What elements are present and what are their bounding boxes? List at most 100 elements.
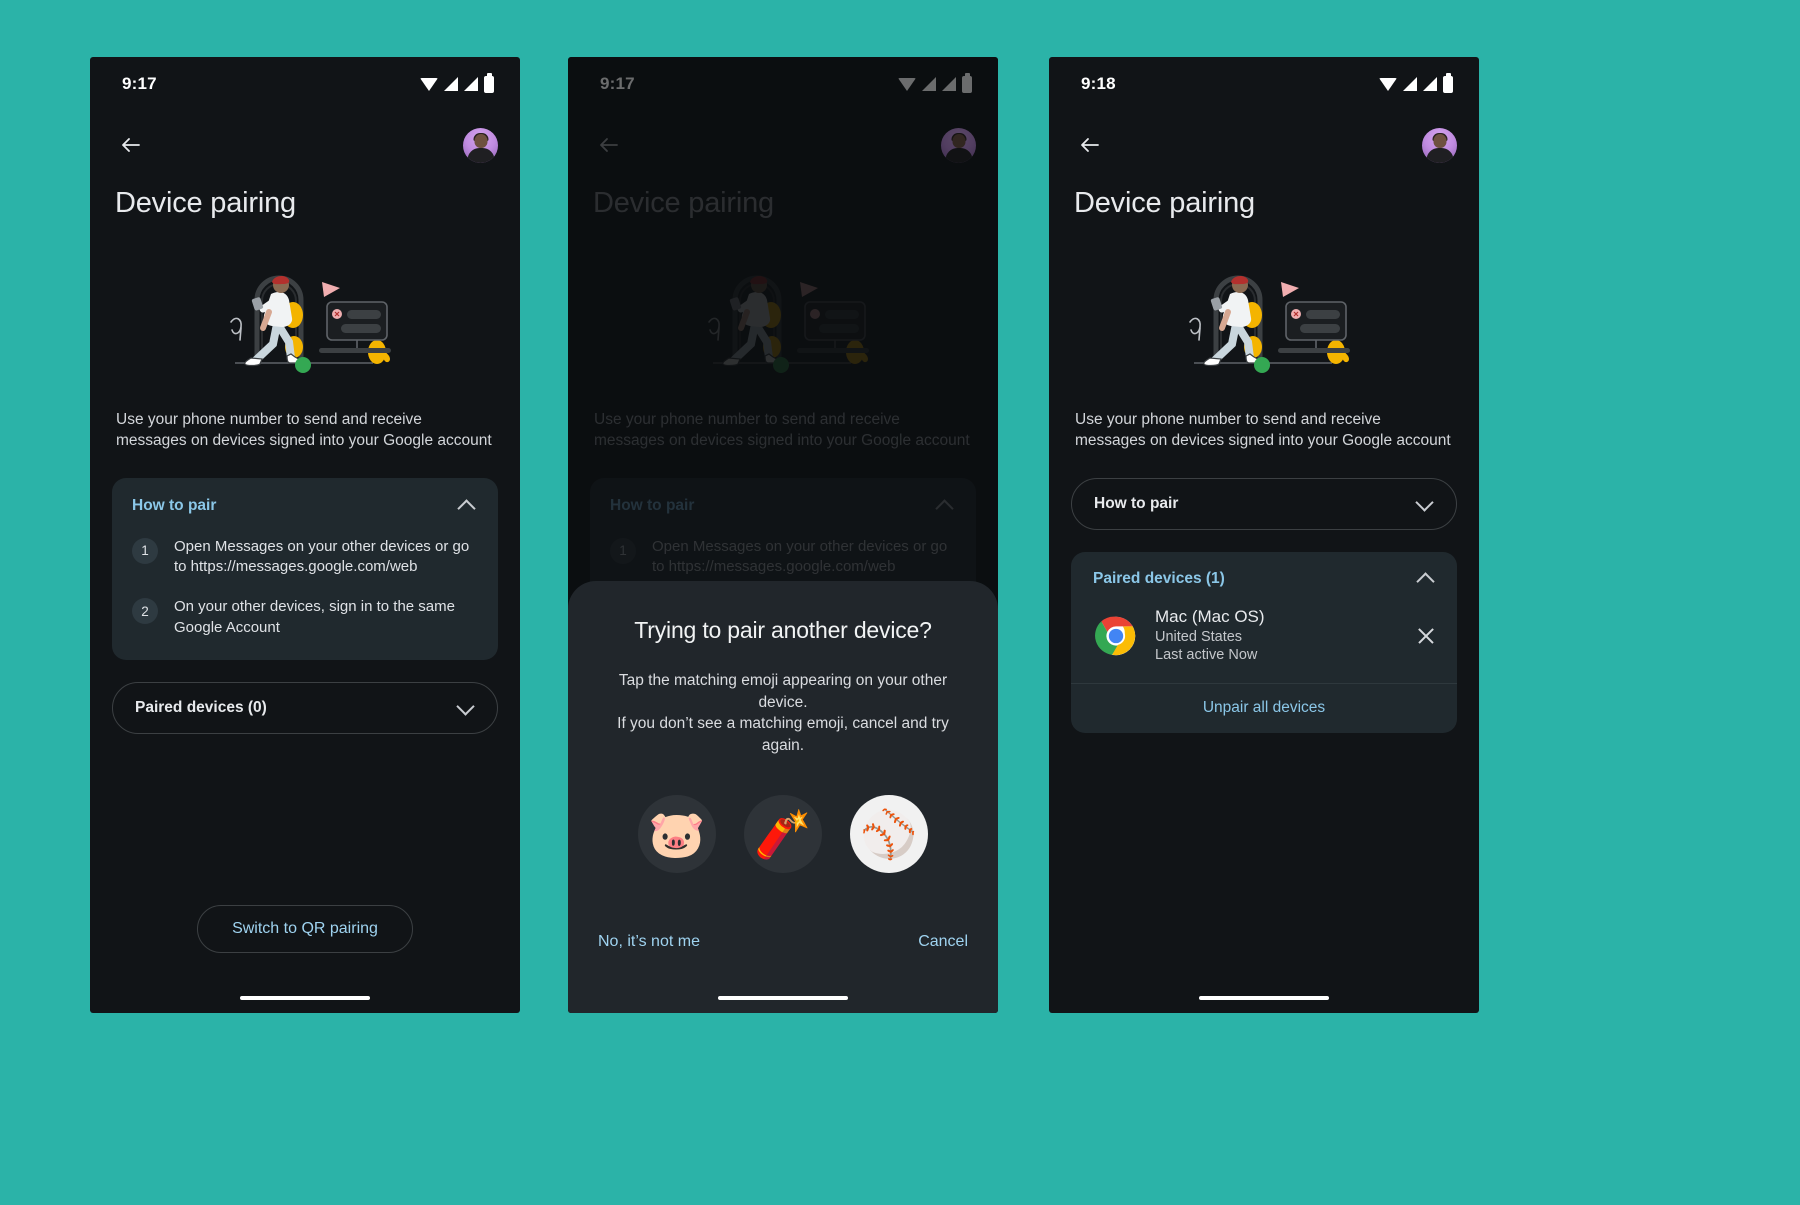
paired-devices-collapsed[interactable]: Paired devices (0) [112, 681, 498, 734]
not-me-button[interactable]: No, it’s not me [594, 927, 704, 957]
signal-icon [444, 77, 458, 91]
how-to-pair-header[interactable]: How to pair [132, 495, 478, 517]
dialog-actions: No, it’s not me Cancel [594, 927, 972, 957]
wifi-icon [1379, 77, 1397, 91]
app-bar [1049, 111, 1479, 179]
emoji-choices: 🐷 🧨 ⚾ [594, 794, 972, 873]
step-text: Open Messages on your other devices or g… [174, 537, 470, 576]
page-subtitle: Use your phone number to send and receiv… [1049, 402, 1479, 452]
how-to-pair-header[interactable]: How to pair [610, 495, 956, 517]
status-bar: 9:17 [90, 57, 520, 111]
firecracker-emoji[interactable]: 🧨 [744, 794, 822, 873]
step-text: Open Messages on your other devices or g… [652, 537, 948, 576]
signal-icon [922, 77, 936, 91]
device-info: Mac (Mac OS) United States Last active N… [1155, 606, 1393, 665]
step-number: 2 [132, 598, 158, 625]
paired-devices-card: Paired devices (1) Mac (Mac OS) United S… [1071, 551, 1457, 734]
app-bar [90, 111, 520, 179]
account-avatar[interactable] [941, 127, 976, 163]
page-title: Device pairing [1074, 187, 1255, 219]
status-time: 9:17 [122, 74, 157, 93]
cards-container: How to pair Paired devices (1) Mac (Mac … [1049, 452, 1479, 734]
pairing-illustration [1049, 220, 1479, 402]
signal-icon [1403, 77, 1417, 91]
status-bar: 9:18 [1049, 57, 1479, 111]
paired-devices-label: Paired devices (1) [1093, 569, 1225, 587]
paired-devices-label: Paired devices (0) [135, 698, 267, 716]
unpair-all-label: Unpair all devices [1202, 699, 1326, 717]
step-text: On your other devices, sign in to the sa… [174, 598, 455, 636]
pairing-illustration [90, 220, 520, 402]
phone-screen-2: 9:17 Device pairing Use your phone numbe… [568, 57, 998, 1013]
gesture-nav-bar[interactable] [1199, 995, 1329, 1000]
qr-button-container: Switch to QR pairing [90, 905, 520, 953]
pair-step: 1 Open Messages on your other devices or… [132, 537, 478, 578]
device-location: United States [1155, 628, 1243, 645]
step-number: 1 [610, 537, 636, 564]
chevron-down-icon[interactable] [1414, 493, 1436, 515]
unpair-all-devices-button[interactable]: Unpair all devices [1071, 683, 1457, 733]
back-arrow-icon[interactable] [592, 128, 626, 162]
pig-face-emoji[interactable]: 🐷 [638, 794, 716, 873]
device-name: Mac (Mac OS) [1155, 606, 1265, 626]
how-to-pair-collapsed[interactable]: How to pair [1071, 477, 1457, 530]
step-number: 1 [132, 537, 158, 564]
close-icon[interactable] [1411, 621, 1441, 651]
page-title: Device pairing [593, 187, 774, 219]
wifi-icon [420, 77, 438, 91]
chevron-down-icon[interactable] [455, 697, 477, 719]
paired-devices-header[interactable]: Paired devices (1) [1071, 552, 1457, 600]
status-icons [420, 72, 494, 93]
chevron-up-icon[interactable] [456, 495, 478, 517]
dialog-title: Trying to pair another device? [634, 617, 932, 643]
pairing-illustration [568, 220, 998, 402]
cards-container: How to pair 1 Open Messages on your othe… [90, 452, 520, 734]
how-to-pair-label: How to pair [132, 496, 217, 514]
account-avatar[interactable] [463, 127, 498, 163]
wifi-icon [898, 77, 916, 91]
status-bar: 9:17 [568, 57, 998, 111]
subtitle-line-2: on devices signed into your Google accou… [1149, 431, 1451, 449]
signal-icon-2 [942, 77, 956, 91]
gesture-nav-bar[interactable] [718, 995, 848, 1000]
how-to-pair-card: How to pair 1 Open Messages on your othe… [112, 477, 498, 660]
status-icons [898, 72, 972, 93]
status-time: 9:17 [600, 74, 635, 93]
account-avatar[interactable] [1422, 127, 1457, 163]
how-to-pair-label: How to pair [1094, 494, 1179, 512]
back-arrow-icon[interactable] [1073, 128, 1107, 162]
dialog-body: Tap the matching emoji appearing on your… [594, 670, 972, 757]
battery-icon [1443, 72, 1453, 93]
device-last-active: Last active Now [1155, 647, 1258, 664]
paired-device-row: Mac (Mac OS) United States Last active N… [1071, 600, 1457, 683]
chevron-up-icon[interactable] [1415, 568, 1437, 590]
status-icons [1379, 72, 1453, 93]
status-time: 9:18 [1081, 74, 1116, 93]
chevron-up-icon[interactable] [934, 495, 956, 517]
baseball-emoji[interactable]: ⚾ [850, 794, 928, 873]
page-subtitle: Use your phone number to send and receiv… [90, 402, 520, 452]
dialog-body-line-2: If you don’t see a matching emoji, cance… [617, 715, 949, 755]
battery-icon [962, 72, 972, 93]
battery-icon [484, 72, 494, 93]
dialog-body-line-1: Tap the matching emoji appearing on your… [618, 672, 948, 711]
subtitle-line-2: on devices signed into your Google accou… [190, 431, 492, 449]
how-to-pair-label: How to pair [610, 496, 695, 514]
pair-step: 2 On your other devices, sign in to the … [132, 597, 478, 638]
app-bar [568, 111, 998, 179]
phone-screen-3: 9:18 Device pairing Use your phone numbe… [1049, 57, 1479, 1013]
chrome-icon [1095, 616, 1136, 655]
signal-icon-2 [464, 77, 478, 91]
phone-screen-1: 9:17 Device pairing Use your phone numbe… [90, 57, 520, 1013]
gesture-nav-bar[interactable] [240, 995, 370, 1000]
switch-to-qr-pairing-button[interactable]: Switch to QR pairing [197, 905, 413, 953]
subtitle-line-2: on devices signed into your Google accou… [668, 431, 970, 449]
pair-step: 1 Open Messages on your other devices or… [610, 537, 956, 578]
screenshot-canvas: 9:17 Device pairing Use your phone numbe… [0, 0, 1800, 1205]
page-subtitle: Use your phone number to send and receiv… [568, 402, 998, 452]
page-title: Device pairing [115, 187, 296, 219]
pair-confirmation-dialog: Trying to pair another device? Tap the m… [568, 581, 998, 1013]
dimmed-background-content: 9:17 Device pairing Use your phone numbe… [568, 57, 998, 660]
cancel-button[interactable]: Cancel [914, 927, 972, 957]
back-arrow-icon[interactable] [114, 128, 148, 162]
